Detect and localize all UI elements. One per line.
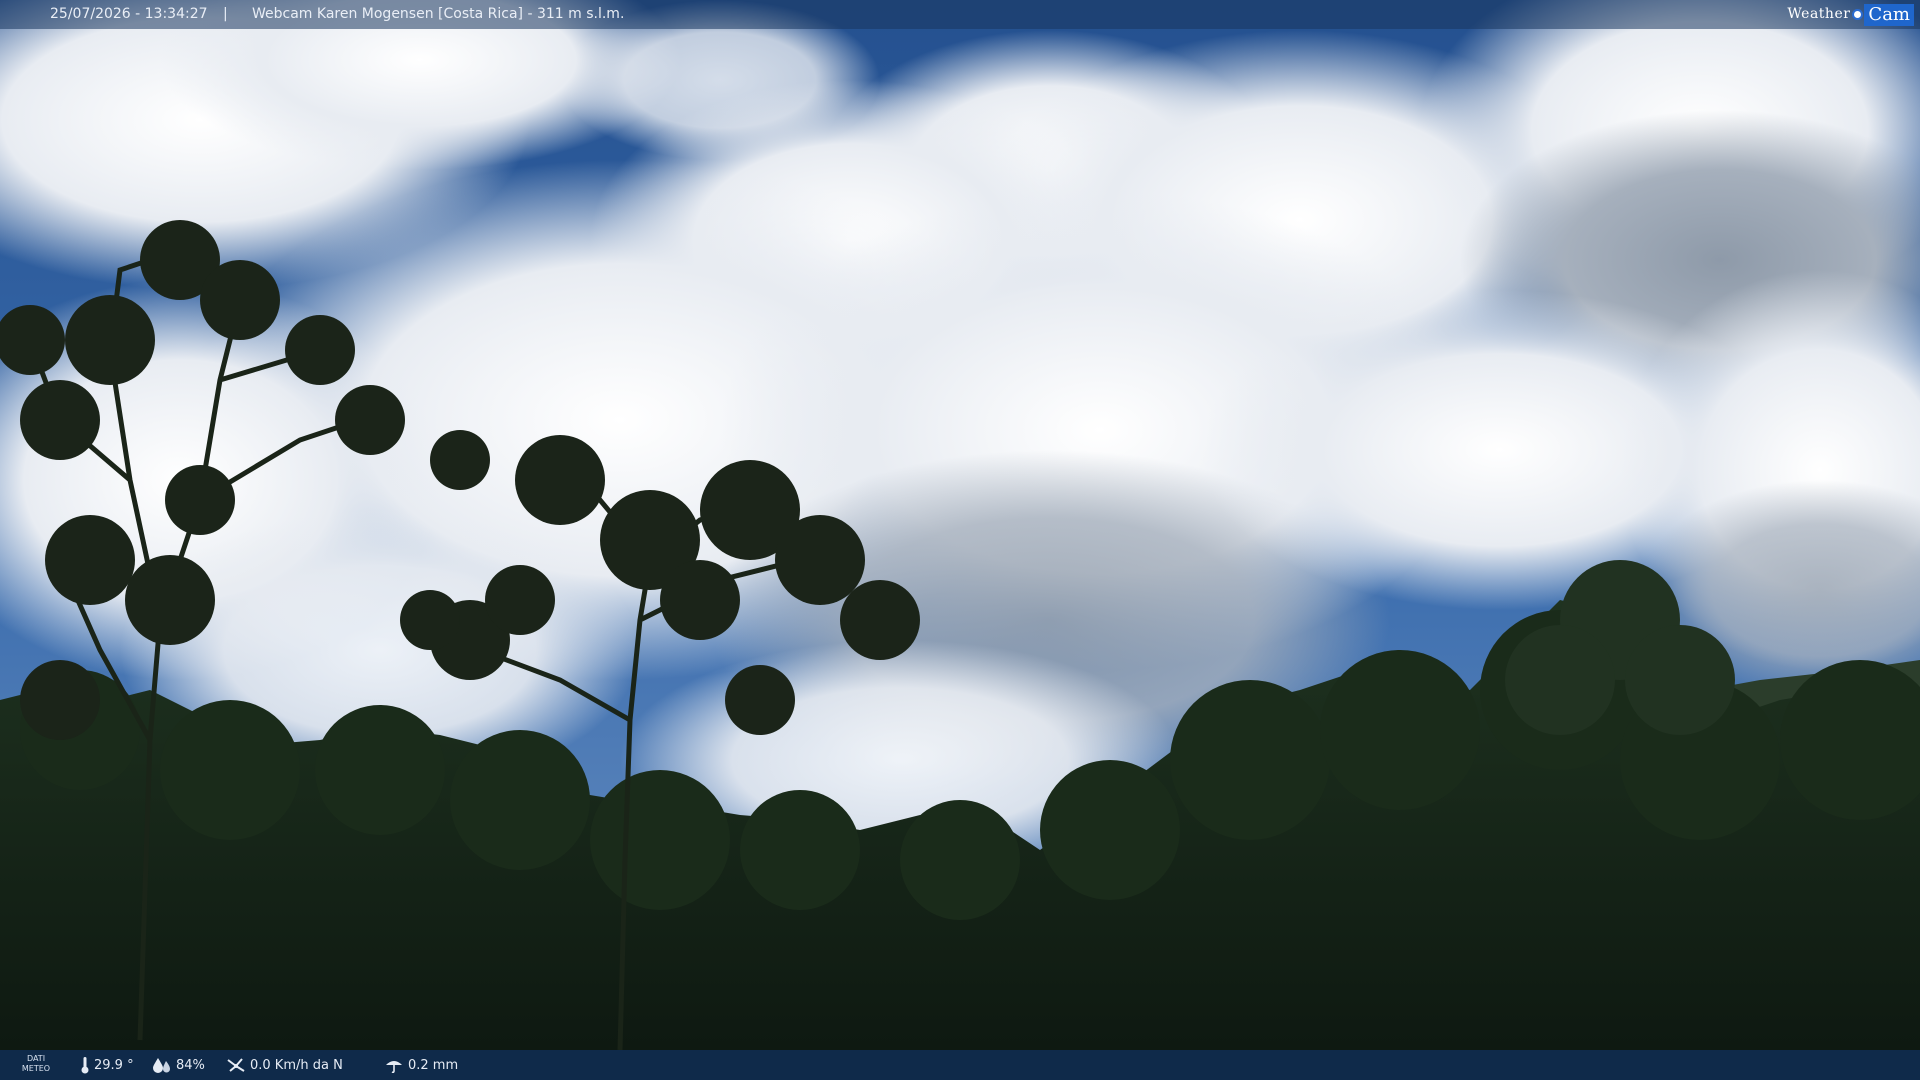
weathercam-logo[interactable]: Weather Cam [1787, 0, 1920, 29]
humidity-value: 84% [176, 1057, 205, 1073]
datetime: 25/07/2026 - 13:34:27 [50, 6, 208, 22]
rain-reading: 0.2 mm [384, 1050, 458, 1080]
wind-icon [227, 1058, 245, 1072]
separator: | [223, 6, 228, 22]
webcam-title: Webcam Karen Mogensen [Costa Rica] - 311… [252, 6, 625, 22]
humidity-reading: 84% [152, 1050, 205, 1080]
logo-text-weather: Weather [1787, 6, 1851, 22]
weather-data-bar: DATI METEO 29.9 ° 84% 0.0 Km/h da N 0.2 … [0, 1050, 1920, 1080]
weather-data-label: DATI METEO [21, 1054, 51, 1073]
top-bar: 25/07/2026 - 13:34:27 | Webcam Karen Mog… [0, 0, 1920, 29]
temperature-reading: 29.9 ° [80, 1050, 134, 1080]
logo-text-cam: Cam [1864, 3, 1914, 26]
logo-dot-icon [1852, 9, 1864, 20]
rain-gauge-icon [386, 1061, 402, 1073]
thermometer-icon [81, 1057, 89, 1074]
rain-value: 0.2 mm [408, 1057, 459, 1073]
temperature-value: 29.9 ° [94, 1057, 134, 1073]
wind-reading: 0.0 Km/h da N [226, 1050, 343, 1080]
webcam-image [0, 0, 1920, 1080]
wind-value: 0.0 Km/h da N [250, 1057, 343, 1073]
humidity-drop-icon [153, 1058, 170, 1073]
